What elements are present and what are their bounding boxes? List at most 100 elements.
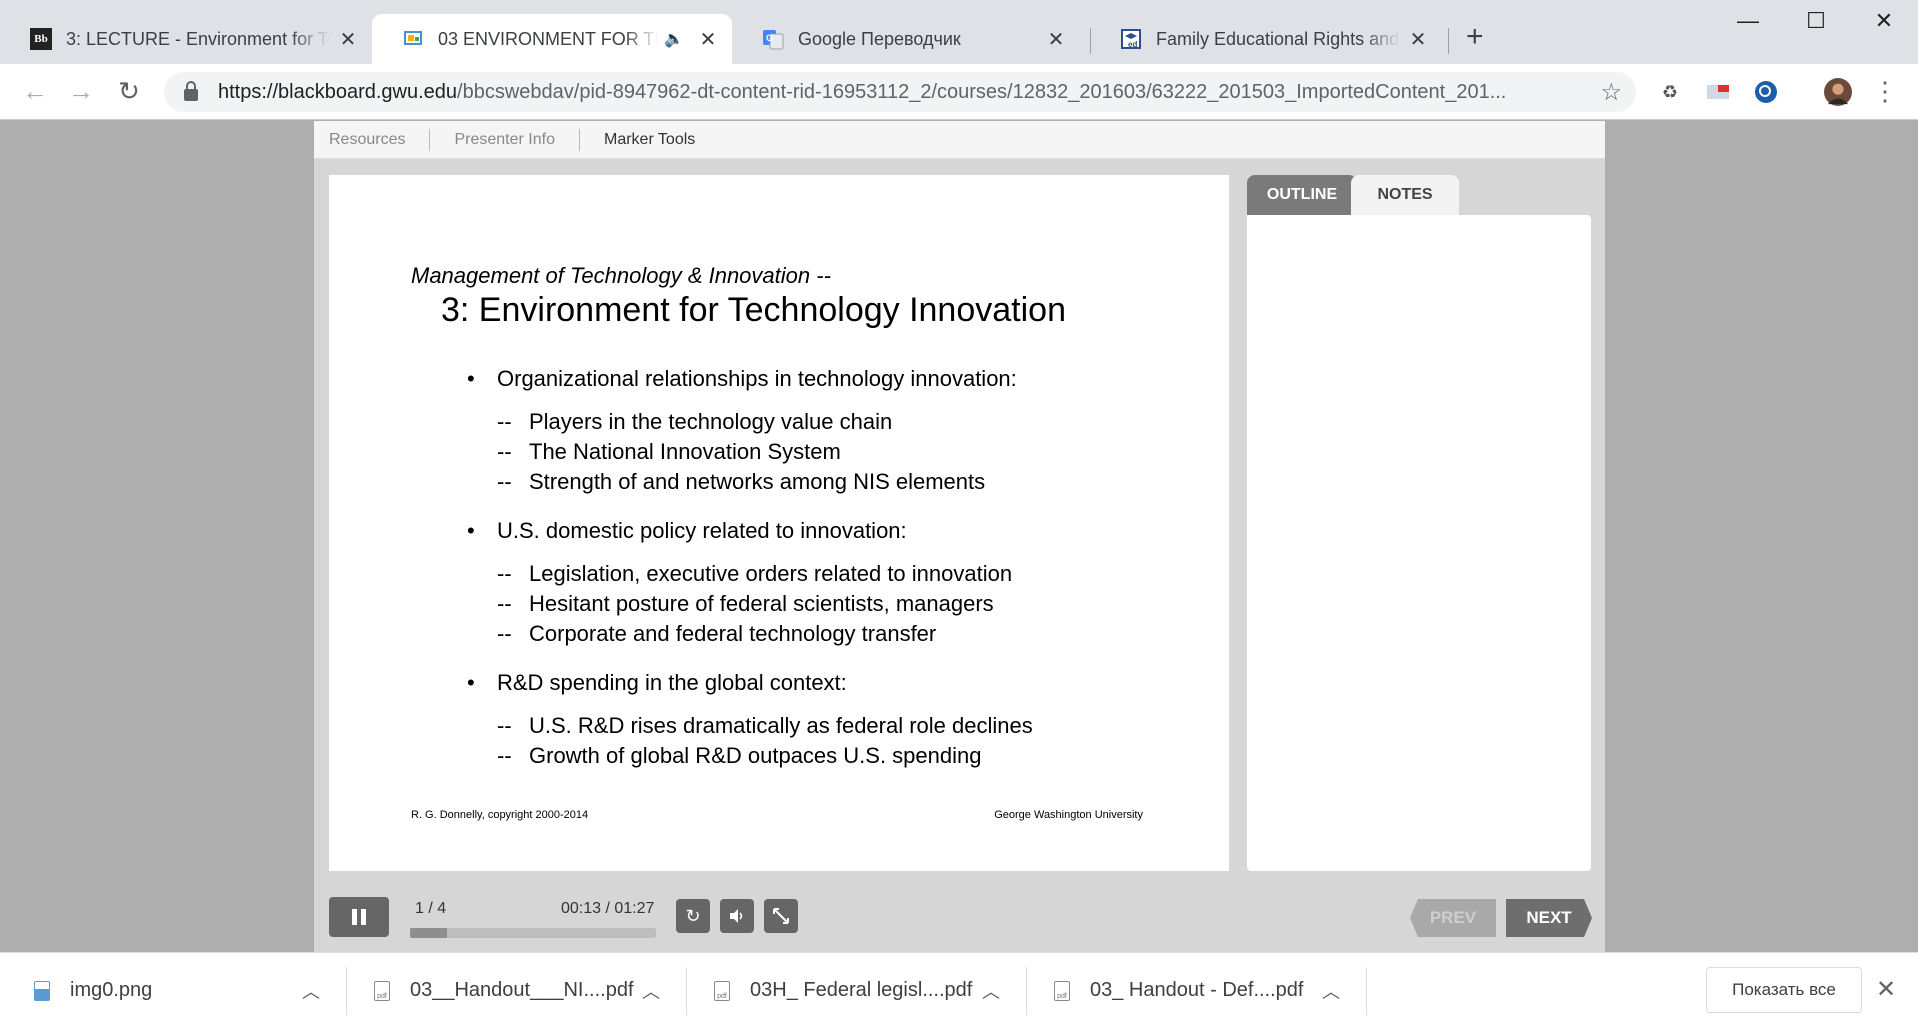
forward-icon[interactable]: → [64, 76, 98, 106]
minimize-icon[interactable]: — [1728, 8, 1768, 34]
fullscreen-icon[interactable] [764, 899, 798, 933]
download-filename: 03_ Handout - Def....pdf [1090, 979, 1304, 1001]
download-divider [346, 967, 347, 1015]
presentation-player: Resources Presenter Info Marker Tools Ma… [314, 121, 1605, 952]
bookmark-star-icon[interactable]: ☆ [1600, 78, 1622, 107]
slide-subitems: Players in the technology value chain Th… [497, 407, 1207, 497]
slide-subitem: The National Innovation System [497, 437, 1207, 467]
recycle-extension-icon[interactable]: ♻ [1656, 78, 1684, 106]
download-divider [1026, 967, 1027, 1015]
tab-divider [1448, 28, 1449, 54]
avatar[interactable] [1824, 78, 1852, 106]
browser-tab-lecture[interactable]: Bb 3: LECTURE - Environment for Tec ✕ [0, 14, 372, 64]
slide-subitems: U.S. R&D rises dramatically as federal r… [497, 711, 1207, 771]
presentation-icon [402, 28, 424, 50]
chevron-up-icon[interactable]: ︿ [642, 978, 660, 1004]
chevron-up-icon[interactable]: ︿ [302, 978, 320, 1004]
flag-extension-icon[interactable] [1704, 78, 1732, 106]
tab-resources[interactable]: Resources [314, 128, 431, 151]
slide-footer-right: George Washington University [994, 809, 1143, 821]
chevron-up-icon[interactable]: ︿ [1322, 978, 1340, 1004]
notes-panel [1247, 215, 1591, 871]
svg-text:G: G [766, 33, 773, 43]
tab-marker-tools[interactable]: Marker Tools [580, 129, 719, 151]
download-filename: 03__Handout___NI....pdf [410, 979, 634, 1001]
pdf-file-icon: pdf [714, 980, 730, 1001]
slide-subitem: Strength of and networks among NIS eleme… [497, 467, 1207, 497]
close-icon[interactable]: ✕ [1876, 975, 1896, 1004]
slide-subitem: U.S. R&D rises dramatically as federal r… [497, 711, 1207, 741]
progress-fill [410, 928, 447, 938]
back-icon[interactable]: ← [18, 76, 52, 106]
browser-tab-strip: Bb 3: LECTURE - Environment for Tec ✕ 03… [0, 0, 1918, 64]
tab-notes[interactable]: NOTES [1351, 175, 1459, 215]
image-file-icon [34, 980, 50, 1001]
ed-icon: ed [1120, 28, 1142, 50]
prev-button[interactable]: PREV [1410, 899, 1496, 937]
url-host: https://blackboard.gwu.edu [218, 80, 458, 103]
reload-icon[interactable]: ↻ [112, 76, 146, 106]
browser-toolbar: ← → ↻ https://blackboard.gwu.edu/bbcsweb… [0, 64, 1918, 120]
tab-title: 3: LECTURE - Environment for Tec [66, 28, 330, 49]
lock-icon [184, 81, 198, 101]
url-path: /bbcswebdav/pid-8947962-dt-content-rid-1… [457, 80, 1507, 103]
progress-bar[interactable] [410, 928, 656, 938]
time-display: 00:13 / 01:27 [561, 900, 655, 917]
pause-icon [361, 909, 366, 925]
download-item[interactable]: pdf 03H_ Federal legisl....pdf ︿ [714, 953, 1004, 1027]
slide-title: 3: Environment for Technology Innovation [441, 291, 1066, 329]
url-text[interactable]: https://blackboard.gwu.edu/bbcswebdav/pi… [218, 81, 1598, 104]
slide-subitem: Hesitant posture of federal scientists, … [497, 589, 1207, 619]
close-icon[interactable]: ✕ [338, 27, 358, 52]
next-button[interactable]: NEXT [1506, 899, 1592, 937]
download-item[interactable]: pdf 03__Handout___NI....pdf ︿ [374, 953, 664, 1027]
slide-footer-left: R. G. Donnelly, copyright 2000-2014 [411, 809, 589, 821]
close-icon[interactable]: ✕ [698, 27, 718, 52]
new-tab-button[interactable]: + [1466, 22, 1484, 52]
pdf-file-icon: pdf [374, 980, 390, 1001]
player-tabs: Resources Presenter Info Marker Tools [314, 121, 1605, 159]
slide-body: Organizational relationships in technolo… [467, 365, 1207, 791]
download-filename: 03H_ Federal legisl....pdf [750, 979, 973, 1001]
download-divider [1366, 967, 1367, 1015]
download-item[interactable]: pdf 03_ Handout - Def....pdf ︿ [1054, 953, 1344, 1027]
close-icon[interactable]: ✕ [1046, 27, 1066, 52]
svg-text:ed: ed [1128, 40, 1137, 49]
tab-presenter-info[interactable]: Presenter Info [430, 128, 580, 151]
slide-bullet: R&D spending in the global context: [467, 669, 1207, 697]
download-item[interactable]: img0.png ︿ [34, 953, 324, 1027]
menu-kebab-icon[interactable]: ⋮ [1868, 76, 1902, 106]
address-bar[interactable]: https://blackboard.gwu.edu/bbcswebdav/pi… [164, 72, 1636, 112]
tab-title: Family Educational Rights and Pri [1156, 28, 1400, 49]
google-translate-icon: G [762, 28, 784, 50]
slide-bullet: Organizational relationships in technolo… [467, 365, 1207, 393]
download-bar: img0.png ︿ pdf 03__Handout___NI....pdf ︿… [0, 952, 1918, 1027]
slide-subitem: Legislation, executive orders related to… [497, 559, 1207, 589]
download-divider [686, 967, 687, 1015]
browser-tab-translate[interactable]: G Google Переводчик ✕ [732, 14, 1080, 64]
show-all-downloads-button[interactable]: Показать все [1706, 967, 1862, 1013]
playback-controls: 1 / 4 00:13 / 01:27 ↻ PREV NEXT [314, 887, 1605, 952]
chevron-up-icon[interactable]: ︿ [982, 978, 1000, 1004]
maximize-icon[interactable]: ☐ [1796, 8, 1836, 34]
slide-subitem: Growth of global R&D outpaces U.S. spend… [497, 741, 1207, 771]
browser-tab-environment[interactable]: 03 ENVIRONMENT FOR TECH 🔈 ✕ [372, 14, 732, 64]
slide-counter: 1 / 4 [415, 900, 447, 917]
tab-title: Google Переводчик [798, 28, 961, 49]
search-extension-icon[interactable] [1752, 78, 1780, 106]
browser-tab-ferpa[interactable]: ed Family Educational Rights and Pri ✕ [1090, 14, 1442, 64]
pause-button[interactable] [329, 897, 389, 937]
pause-icon [352, 909, 357, 925]
download-filename: img0.png [70, 979, 153, 1001]
slide-canvas: Management of Technology & Innovation --… [329, 175, 1229, 871]
window-close-icon[interactable]: ✕ [1864, 8, 1904, 34]
replay-icon[interactable]: ↻ [676, 899, 710, 933]
speaker-icon[interactable]: 🔈 [664, 29, 684, 49]
tab-outline[interactable]: OUTLINE [1247, 175, 1357, 215]
slide-bullet: U.S. domestic policy related to innovati… [467, 517, 1207, 545]
blackboard-icon: Bb [30, 28, 52, 50]
volume-icon[interactable] [720, 899, 754, 933]
pdf-file-icon: pdf [1054, 980, 1070, 1001]
slide-subitem: Players in the technology value chain [497, 407, 1207, 437]
close-icon[interactable]: ✕ [1408, 27, 1428, 52]
